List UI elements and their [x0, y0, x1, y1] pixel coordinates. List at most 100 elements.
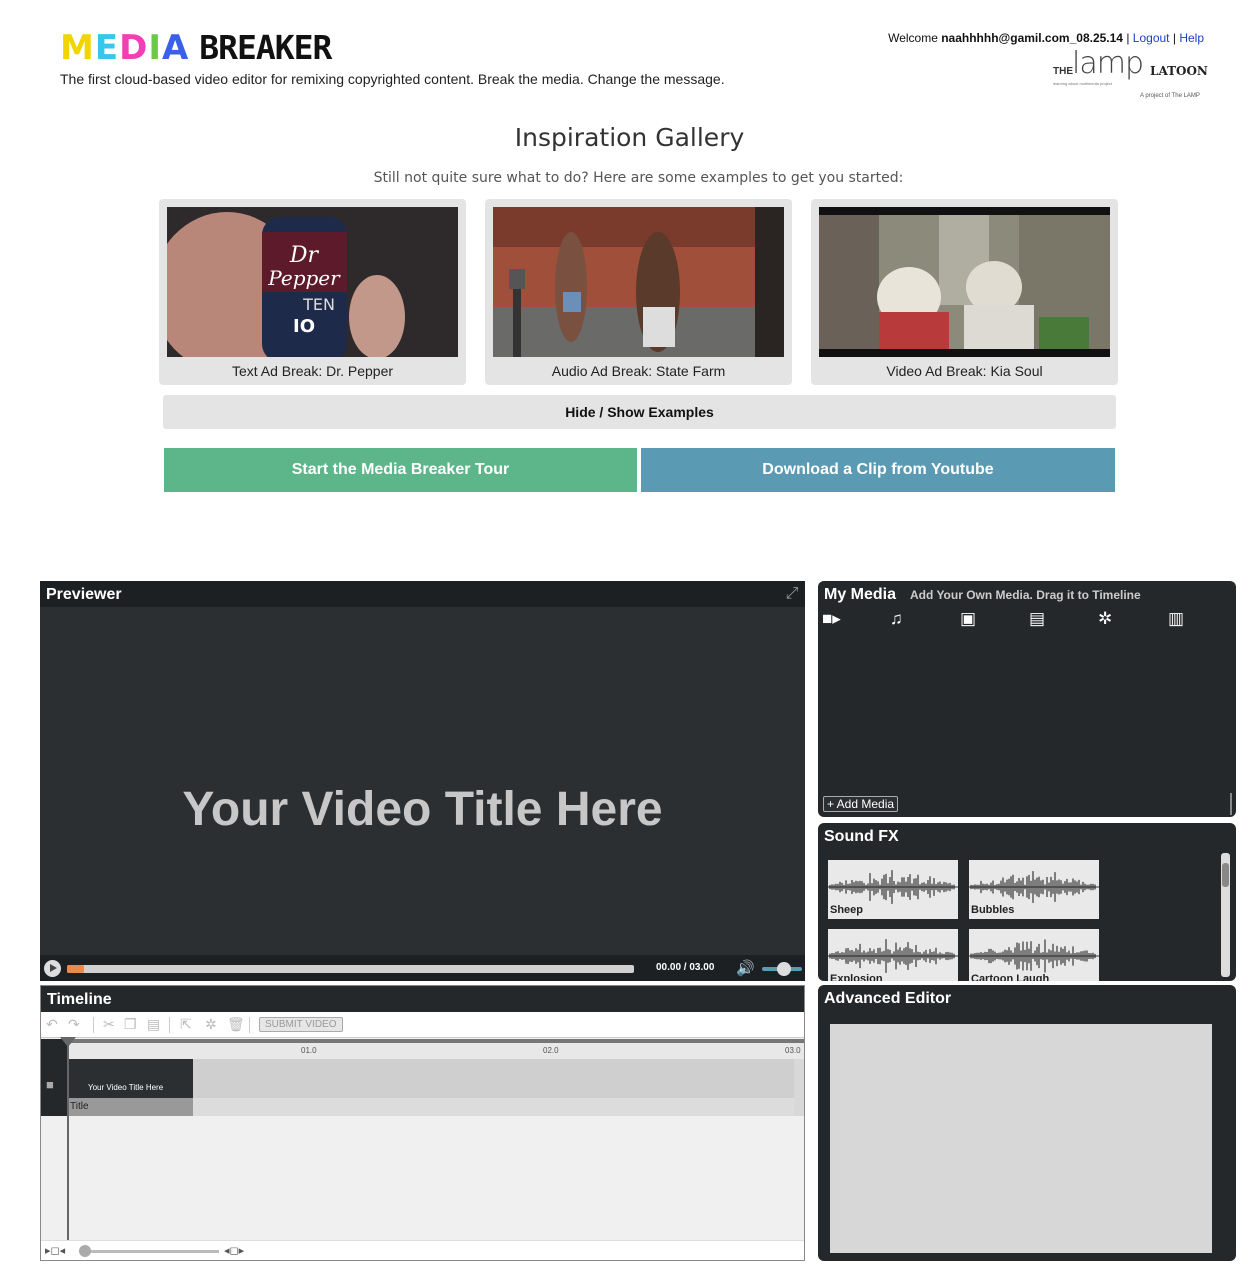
separator: |	[1126, 31, 1130, 45]
toolbar-divider	[93, 1017, 94, 1033]
add-media-button[interactable]: + Add Media	[823, 796, 899, 812]
timeline-ruler[interactable]: 01.0 02.0 03.0	[41, 1039, 804, 1059]
example-thumbnail[interactable]: Dr Pepper TEN IO	[167, 207, 458, 357]
copy-icon[interactable]: ❐	[124, 1016, 137, 1033]
video-stage[interactable]: Your Video Title Here	[40, 607, 805, 955]
logout-link[interactable]: Logout	[1133, 31, 1170, 45]
volume-knob[interactable]	[777, 962, 791, 976]
video-title-overlay: Your Video Title Here	[182, 783, 663, 836]
zoom-out-icon[interactable]: ▸◻◂	[45, 1244, 65, 1257]
video-icon[interactable]: ■▸	[822, 609, 841, 629]
settings-icon[interactable]: ✲	[1098, 609, 1112, 629]
fullscreen-icon[interactable]: ⤢	[783, 585, 801, 603]
logo-the: THE	[1053, 66, 1073, 77]
toolbar-divider	[169, 1017, 170, 1033]
svg-text:IO: IO	[293, 316, 315, 337]
image-icon[interactable]: ▣	[960, 609, 976, 629]
media-breaker-logo[interactable]: MEDIA BREAKER	[60, 28, 332, 68]
player-controls: 00.00 / 03.00 🔊	[40, 955, 805, 981]
advanced-editor-title: Advanced Editor	[824, 990, 952, 1007]
toolbar-divider	[249, 1017, 250, 1033]
welcome-label: Welcome	[888, 31, 938, 45]
gallery-title: Inspiration Gallery	[514, 123, 745, 152]
caption-icon[interactable]: ▤	[1029, 609, 1045, 629]
time-display: 00.00 / 03.00	[656, 962, 715, 973]
logo-tiny-caption: learning about multimedia project	[1053, 81, 1112, 86]
cut-icon[interactable]: ✂	[103, 1016, 115, 1033]
sound-fx-item[interactable]: Sheep	[828, 860, 958, 919]
play-icon[interactable]	[44, 960, 61, 977]
sound-fx-item[interactable]: Explosion	[828, 929, 958, 981]
my-media-subtitle: Add Your Own Media. Drag it to Timeline	[910, 588, 1141, 602]
previewer-panel: Previewer ⤢ Your Video Title Here 00.00 …	[40, 581, 805, 981]
waveform	[828, 939, 958, 973]
previewer-title: Previewer	[46, 586, 122, 603]
scrollbar[interactable]	[1221, 853, 1230, 977]
example-thumbnail[interactable]	[493, 207, 784, 357]
sound-fx-name: Explosion	[830, 973, 883, 981]
sound-fx-name: Cartoon Laugh	[971, 973, 1050, 981]
seek-progress	[67, 965, 84, 973]
seek-bar[interactable]	[67, 965, 634, 973]
submit-video-button[interactable]: SUBMIT VIDEO	[259, 1017, 343, 1032]
advanced-editor-canvas[interactable]	[830, 1024, 1212, 1253]
title-clip[interactable]: Your Video Title Here Title	[68, 1059, 193, 1116]
example-card-dr-pepper[interactable]: Dr Pepper TEN IO Text Ad Break: Dr. Pepp…	[159, 199, 466, 385]
zoom-bar: ▸◻◂ ◂◻▸	[41, 1240, 804, 1260]
clip-label: Title	[68, 1098, 193, 1116]
example-caption: Text Ad Break: Dr. Pepper	[231, 363, 394, 379]
ruler-mark: 02.0	[543, 1046, 559, 1055]
paste-icon[interactable]: ▤	[147, 1016, 160, 1033]
help-link[interactable]: Help	[1179, 31, 1204, 45]
example-card-state-farm[interactable]: Audio Ad Break: State Farm	[485, 199, 792, 385]
redo-icon[interactable]: ↷	[68, 1016, 80, 1033]
logo-letter: A	[161, 28, 190, 68]
playhead[interactable]	[60, 1037, 76, 1244]
timeline-header: Timeline	[41, 986, 804, 1012]
logo-letter: I	[148, 28, 162, 68]
svg-text:Pepper: Pepper	[267, 266, 341, 290]
music-icon[interactable]: ♫	[890, 609, 903, 629]
empty-track-lower	[193, 1098, 794, 1116]
track-header: ■	[41, 1039, 68, 1116]
example-card-kia-soul[interactable]: Video Ad Break: Kia Soul	[811, 199, 1118, 385]
sound-fx-name: Sheep	[830, 904, 864, 916]
zoom-knob[interactable]	[79, 1245, 91, 1257]
waveform	[969, 939, 1099, 973]
sound-fx-panel: Sound FX Sheep Bubbles Explosion Cartoon…	[818, 823, 1236, 981]
download-youtube-button[interactable]: Download a Clip from Youtube	[641, 448, 1115, 492]
ruler-mark: 03.0	[785, 1046, 801, 1055]
volume-icon[interactable]: 🔊	[736, 959, 755, 977]
the-lamp-latoon-logo[interactable]: THE lamp LATOON learning about multimedi…	[1050, 46, 1210, 102]
my-media-title: My Media	[824, 586, 897, 603]
hide-show-examples-button[interactable]: Hide / Show Examples	[163, 395, 1116, 429]
tagline: The first cloud-based video editor for r…	[60, 71, 725, 87]
logo-lamp: lamp	[1072, 46, 1144, 81]
zoom-in-icon[interactable]: ◂◻▸	[224, 1244, 244, 1257]
export-icon[interactable]: ⇱	[180, 1016, 192, 1033]
start-tour-button[interactable]: Start the Media Breaker Tour	[164, 448, 637, 492]
zoom-slider[interactable]	[81, 1250, 219, 1253]
logo-project-of: A project of The LAMP	[1140, 93, 1200, 99]
example-caption: Video Ad Break: Kia Soul	[886, 363, 1043, 379]
logo-media-word: MEDIA	[60, 28, 189, 68]
trash-icon[interactable]: 🗑	[227, 1016, 245, 1033]
svg-text:TEN: TEN	[302, 295, 335, 314]
previewer-header: Previewer ⤢	[40, 581, 805, 607]
undo-icon[interactable]: ↶	[46, 1016, 58, 1033]
scrollbar-thumb[interactable]	[1222, 863, 1229, 887]
gallery-subtitle: Still not quite sure what to do? Here ar…	[373, 170, 904, 186]
ruler-mark: 01.0	[301, 1046, 317, 1055]
logo-letter: M	[60, 28, 95, 68]
filmstrip-icon[interactable]: ▥	[1168, 609, 1184, 629]
empty-track-area[interactable]	[193, 1059, 794, 1116]
username: naahhhhh@gamil.com_08.25.14	[941, 31, 1123, 45]
sound-fx-item[interactable]: Cartoon Laugh	[969, 929, 1099, 981]
example-thumbnail[interactable]	[819, 207, 1110, 357]
user-bar: Welcome naahhhhh@gamil.com_08.25.14 | Lo…	[888, 31, 1204, 45]
scrollbar[interactable]	[1230, 793, 1232, 815]
timeline-panel: Timeline ↶ ↷ ✂ ❐ ▤ ⇱ ✲ 🗑 SUBMIT VIDEO 01…	[40, 985, 805, 1261]
settings-icon[interactable]: ✲	[205, 1016, 217, 1033]
logo-letter: E	[94, 28, 120, 68]
sound-fx-item[interactable]: Bubbles	[969, 860, 1099, 919]
